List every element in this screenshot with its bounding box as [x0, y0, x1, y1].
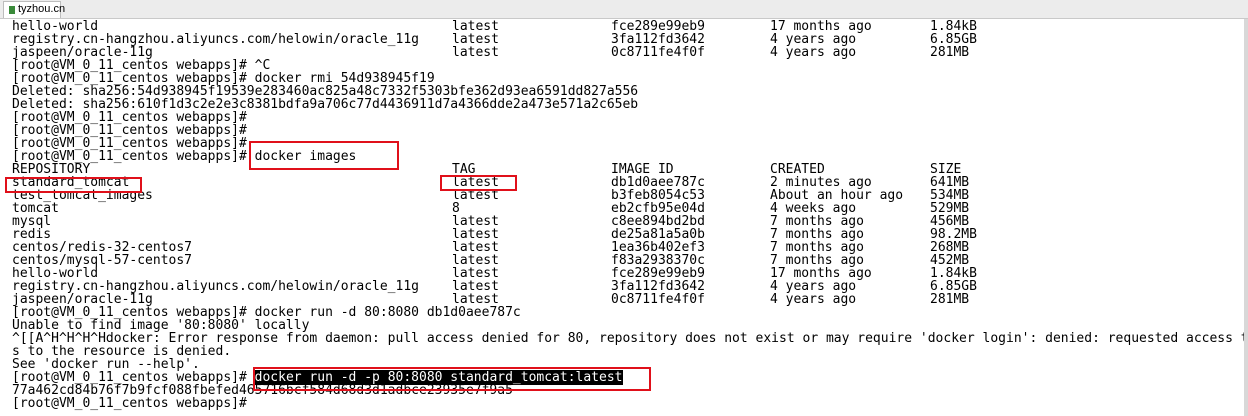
shell-prompt: [root@VM_0_11_centos webapps]# — [12, 396, 255, 411]
prompt-line: [root@VM_0_11_centos webapps]# — [12, 397, 1244, 410]
terminal-output[interactable]: hello-world latest fce289e99eb9 17 months a… — [12, 20, 1244, 416]
terminal-icon — [9, 6, 15, 14]
vertical-scrollbar[interactable] — [1244, 19, 1248, 416]
highlight-box-standard-tomcat — [5, 177, 142, 193]
tab-label: tyzhou.cn — [18, 3, 66, 15]
highlight-box-latest-tag — [440, 175, 517, 191]
tab-session[interactable]: tyzhou.cn — [3, 1, 65, 18]
tab-bar: tyzhou.cn — [0, 0, 1248, 19]
highlight-box-docker-images — [249, 141, 399, 170]
highlight-box-run-command — [253, 367, 651, 391]
